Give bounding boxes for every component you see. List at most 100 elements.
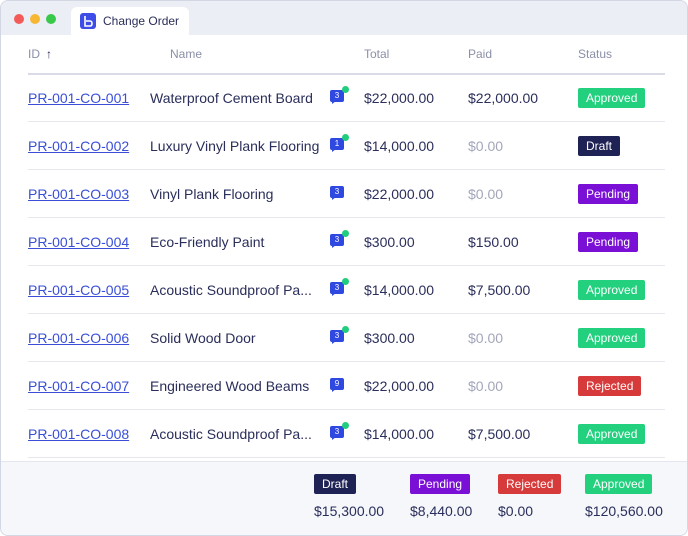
table-row[interactable]: PR-001-CO-005 Acoustic Soundproof Pa... 3 $… [28,266,665,314]
row-id-cell: PR-001-CO-004 [28,218,129,265]
column-header-id-label: ID [28,47,40,61]
status-badge: Pending [578,183,639,204]
summary-amount: $120,560.00 [585,503,663,519]
row-id-cell: PR-001-CO-008 [28,410,129,457]
change-order-link[interactable]: PR-001-CO-003 [28,186,129,202]
row-id-cell: PR-001-CO-006 [28,314,129,361]
row-status-cell: Rejected [578,362,642,409]
column-header-id[interactable]: ID ↑ [28,47,52,61]
new-comment-indicator [342,422,349,429]
summary-status-badge: Pending [410,474,471,494]
title-bar: Change Order [1,1,687,35]
row-status-cell: Pending [578,170,639,217]
row-id-cell: PR-001-CO-002 [28,122,129,169]
status-badge: Approved [578,279,646,300]
change-order-link[interactable]: PR-001-CO-002 [28,138,129,154]
table-row[interactable]: PR-001-CO-007 Engineered Wood Beams 9 $22,0… [28,362,665,410]
row-total: $22,000.00 [364,377,435,394]
row-status-cell: Pending [578,218,639,265]
table-row[interactable]: PR-001-CO-008 Acoustic Soundproof Pa... 3 $… [28,410,665,458]
app-window: Change Order ID ↑ Name Total Paid Status … [0,0,688,536]
row-name: Luxury Vinyl Plank Flooring [150,137,320,154]
row-paid: $7,500.00 [468,281,531,298]
row-paid: $22,000.00 [468,89,539,106]
row-total: $14,000.00 [364,137,435,154]
row-name: Vinyl Plank Flooring [150,185,274,202]
summary-amount: $0.00 [498,503,534,519]
row-id-cell: PR-001-CO-001 [28,74,129,121]
change-order-link[interactable]: PR-001-CO-006 [28,330,129,346]
row-paid: $0.00 [468,377,504,394]
table-row[interactable]: PR-001-CO-003 Vinyl Plank Flooring 3 $22,00… [28,170,665,218]
status-badge: Rejected [578,375,642,396]
table-row[interactable]: PR-001-CO-006 Solid Wood Door 3 $300.00 $0.0… [28,314,665,362]
change-order-link[interactable]: PR-001-CO-005 [28,282,129,298]
summary-pending: Pending $8,440.00 [410,474,472,519]
arrow-up-icon[interactable]: ↑ [46,47,52,61]
table-header: ID ↑ Name Total Paid Status [28,35,665,75]
change-order-link[interactable]: PR-001-CO-004 [28,234,129,250]
status-badge: Approved [578,87,646,108]
change-order-link[interactable]: PR-001-CO-001 [28,90,129,106]
row-status-cell: Approved [578,74,646,121]
row-total: $300.00 [364,233,415,250]
new-comment-indicator [342,86,349,93]
row-name: Acoustic Soundproof Pa... [150,281,312,298]
comment-icon[interactable]: 3 [330,86,349,104]
new-comment-indicator [342,230,349,237]
row-id-cell: PR-001-CO-003 [28,170,129,217]
summary-status-badge: Approved [585,474,653,494]
minimize-window-button[interactable] [30,14,40,24]
comment-icon[interactable]: 3 [330,422,349,440]
row-paid: $0.00 [468,329,504,346]
column-header-name[interactable]: Name [170,47,202,61]
status-badge: Approved [578,423,646,444]
close-window-button[interactable] [14,14,24,24]
column-header-status[interactable]: Status [578,47,612,61]
status-badge: Draft [578,135,621,156]
row-id-cell: PR-001-CO-007 [28,362,129,409]
row-status-cell: Draft [578,122,621,169]
comment-icon[interactable]: 1 [330,134,349,152]
summary-draft: Draft $15,300.00 [314,474,384,519]
row-status-cell: Approved [578,314,646,361]
status-badge: Pending [578,231,639,252]
table-row[interactable]: PR-001-CO-002 Luxury Vinyl Plank Flooring… [28,122,665,170]
comment-icon[interactable]: 3 [330,186,344,200]
comment-icon[interactable]: 3 [330,326,349,344]
tab-change-order[interactable]: Change Order [71,7,189,35]
new-comment-indicator [342,278,349,285]
status-badge: Approved [578,327,646,348]
summary-status-badge: Draft [314,474,357,494]
table-row[interactable]: PR-001-CO-001 Waterproof Cement Board 3 $22… [28,74,665,122]
change-order-link[interactable]: PR-001-CO-008 [28,426,129,442]
app-logo-icon [80,13,96,29]
row-total: $14,000.00 [364,425,435,442]
table-row[interactable]: PR-001-CO-004 Eco-Friendly Paint 3 $300.00 $… [28,218,665,266]
row-paid: $0.00 [468,185,504,202]
column-header-total[interactable]: Total [364,47,389,61]
comment-icon[interactable]: 3 [330,230,349,248]
row-paid: $7,500.00 [468,425,531,442]
row-id-cell: PR-001-CO-005 [28,266,129,313]
row-total: $14,000.00 [364,281,435,298]
new-comment-indicator [342,134,349,141]
comment-icon[interactable]: 9 [330,378,344,392]
comment-icon[interactable]: 3 [330,278,349,296]
summary-amount: $15,300.00 [314,503,385,519]
row-total: $22,000.00 [364,89,435,106]
summary-rejected: Rejected $0.00 [498,474,562,519]
row-paid: $0.00 [468,137,504,154]
change-order-link[interactable]: PR-001-CO-007 [28,378,129,394]
row-paid: $150.00 [468,233,519,250]
row-total: $300.00 [364,329,415,346]
column-header-paid[interactable]: Paid [468,47,492,61]
row-name: Solid Wood Door [150,329,256,346]
row-name: Waterproof Cement Board [150,89,313,106]
summary-footer: Draft $15,300.00 Pending $8,440.00 Rejec… [1,461,687,535]
tab-label: Change Order [103,14,180,28]
summary-amount: $8,440.00 [410,503,473,519]
maximize-window-button[interactable] [46,14,56,24]
new-comment-indicator [342,326,349,333]
summary-status-badge: Rejected [498,474,562,494]
